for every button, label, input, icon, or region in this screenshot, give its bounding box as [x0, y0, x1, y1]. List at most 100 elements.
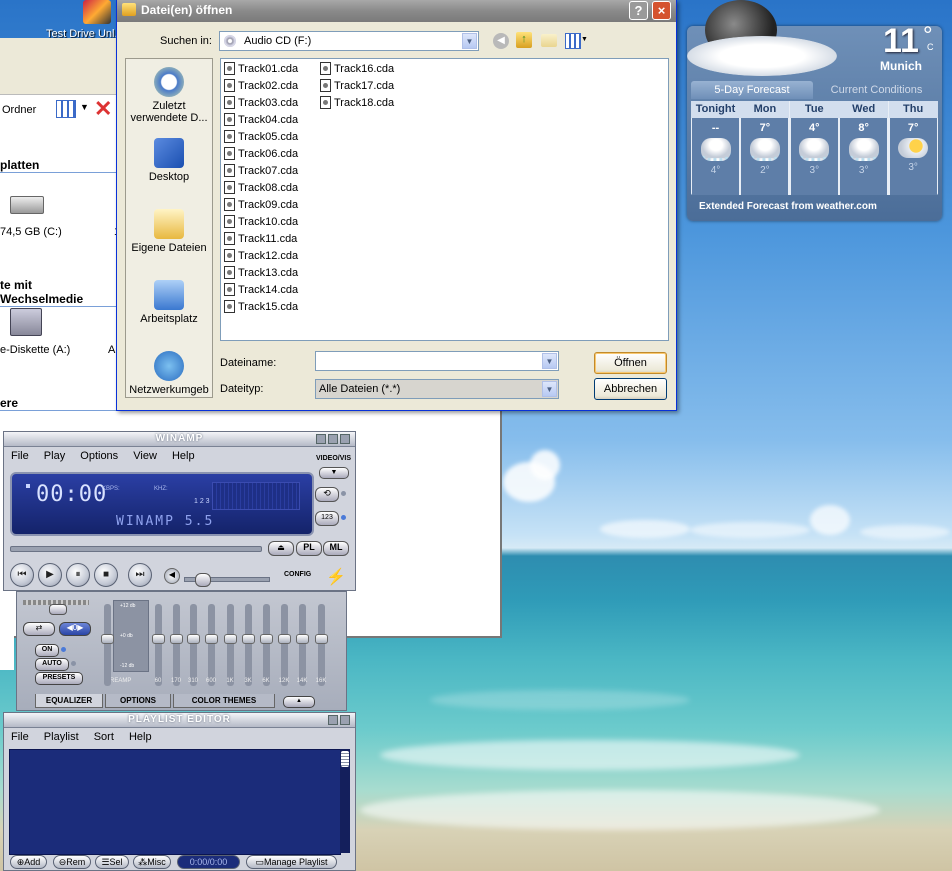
filename-dropdown-icon[interactable]: ▼: [542, 353, 557, 369]
floppy-drive-icon[interactable]: [10, 308, 42, 336]
file-item[interactable]: Track12.cda: [224, 248, 298, 265]
winamp-menu-options[interactable]: Options: [80, 450, 118, 462]
back-icon[interactable]: ◀: [493, 33, 509, 49]
eq-presets-button[interactable]: PRESETS: [35, 672, 83, 685]
eq-slider-knob[interactable]: [101, 634, 114, 644]
weather-footer-link[interactable]: Extended Forecast from weather.com: [699, 201, 877, 212]
eq-band-slider[interactable]: [242, 604, 255, 686]
file-item[interactable]: Track03.cda: [224, 95, 298, 112]
file-item[interactable]: Track09.cda: [224, 197, 298, 214]
eq-number-button[interactable]: ◀0▶: [59, 622, 91, 636]
file-list[interactable]: Track01.cda Track02.cda Track03.cda Track04…: [220, 58, 669, 341]
media-library-button[interactable]: ML: [323, 541, 349, 556]
dialog-titlebar[interactable]: Datei(en) öffnen ? ×: [117, 0, 676, 22]
delete-icon[interactable]: ✕: [94, 96, 112, 122]
eq-slider-knob[interactable]: [260, 634, 273, 644]
eq-auto-button[interactable]: AUTO: [35, 658, 69, 671]
volume-slider[interactable]: [184, 573, 270, 587]
playlist-scrollbar[interactable]: [340, 749, 350, 853]
repeat-button[interactable]: ⟲: [315, 487, 339, 502]
eq-band-slider[interactable]: [170, 604, 183, 686]
place-my-documents[interactable]: Eigene Dateien: [126, 209, 212, 254]
playlist-misc-button[interactable]: ⁂Misc: [133, 855, 171, 869]
up-folder-icon[interactable]: ↑: [516, 32, 532, 48]
file-item[interactable]: Track11.cda: [224, 231, 297, 248]
filetype-select[interactable]: Alle Dateien (*.*) ▼: [315, 379, 559, 399]
eq-band-slider[interactable]: [152, 604, 165, 686]
file-item[interactable]: Track07.cda: [224, 163, 298, 180]
eq-band-slider[interactable]: [260, 604, 273, 686]
file-item[interactable]: Track06.cda: [224, 146, 298, 163]
file-item[interactable]: Track13.cda: [224, 265, 298, 282]
drive-c-label[interactable]: 74,5 GB (C:): [0, 226, 62, 238]
tab-5-day-forecast[interactable]: 5-Day Forecast: [691, 81, 813, 99]
eq-slider-knob[interactable]: [224, 634, 237, 644]
playlist-scroll-thumb[interactable]: [341, 751, 349, 767]
filetype-dropdown-icon[interactable]: ▼: [542, 381, 557, 397]
eq-tab-options[interactable]: OPTIONS: [105, 694, 171, 708]
eq-preamp-slider[interactable]: [101, 604, 114, 686]
winamp-titlebar[interactable]: WINAMP: [4, 432, 355, 447]
playlist-menu-playlist[interactable]: Playlist: [44, 731, 79, 743]
dropdown-arrow-icon[interactable]: ▼: [80, 102, 89, 112]
eq-band-slider[interactable]: [315, 604, 328, 686]
file-item[interactable]: Track04.cda: [224, 112, 298, 129]
eq-tab-color-themes[interactable]: COLOR THEMES: [173, 694, 275, 708]
file-item[interactable]: Track16.cda: [320, 61, 394, 78]
playlist-titlebar[interactable]: PLAYLIST EDITOR: [4, 713, 355, 728]
file-item[interactable]: Track15.cda: [224, 299, 298, 316]
place-my-computer[interactable]: Arbeitsplatz: [126, 280, 212, 325]
file-item[interactable]: Track14.cda: [224, 282, 298, 299]
shuffle-button[interactable]: 123: [315, 511, 339, 526]
look-in-select[interactable]: Audio CD (F:) ▼: [219, 31, 479, 51]
eq-collapse-button[interactable]: ▲: [283, 696, 315, 708]
close-button[interactable]: ×: [652, 1, 671, 20]
place-desktop[interactable]: Desktop: [126, 138, 212, 183]
open-button[interactable]: Öffnen: [594, 352, 667, 374]
winamp-logo-icon[interactable]: ⚡: [326, 567, 346, 586]
cancel-button[interactable]: Abbrechen: [594, 378, 667, 400]
previous-button[interactable]: ⏮: [10, 563, 34, 587]
eq-shuffle-button[interactable]: ⇄: [23, 622, 55, 636]
eq-balance-knob[interactable]: [49, 604, 67, 615]
file-item[interactable]: Track10.cda: [224, 214, 298, 231]
file-item[interactable]: Track01.cda: [224, 61, 298, 78]
playlist-add-button[interactable]: ⊕Add: [10, 855, 47, 869]
winamp-menu-file[interactable]: File: [11, 450, 29, 462]
place-network[interactable]: Netzwerkumgeb: [126, 351, 212, 396]
eq-slider-knob[interactable]: [170, 634, 183, 644]
eq-slider-knob[interactable]: [152, 634, 165, 644]
file-item[interactable]: Track08.cda: [224, 180, 298, 197]
view-menu-icon[interactable]: [565, 33, 581, 49]
playlist-shade-icon[interactable]: [328, 715, 338, 725]
manage-playlist-button[interactable]: ▭Manage Playlist: [246, 855, 337, 869]
views-icon[interactable]: [56, 100, 76, 118]
floppy-label[interactable]: e-Diskette (A:): [0, 344, 70, 356]
view-menu-arrow-icon[interactable]: ▼: [581, 36, 588, 43]
eq-band-slider[interactable]: [278, 604, 291, 686]
eq-band-slider[interactable]: [296, 604, 309, 686]
filename-input[interactable]: ▼: [315, 351, 559, 371]
winamp-menu-view[interactable]: View: [133, 450, 157, 462]
playlist-remove-button[interactable]: ⊖Rem: [53, 855, 91, 869]
eq-slider-knob[interactable]: [296, 634, 309, 644]
file-item[interactable]: Track18.cda: [320, 95, 394, 112]
config-label[interactable]: CONFIG: [284, 571, 311, 578]
file-item[interactable]: Track05.cda: [224, 129, 298, 146]
file-item[interactable]: Track17.cda: [320, 78, 394, 95]
playlist-toggle-button[interactable]: PL: [296, 541, 322, 556]
playlist-select-button[interactable]: ☰Sel: [95, 855, 129, 869]
folders-button[interactable]: Ordner: [2, 104, 36, 116]
playlist-area[interactable]: [9, 749, 341, 855]
shade-icon[interactable]: [328, 434, 338, 444]
file-item[interactable]: Track02.cda: [224, 78, 298, 95]
playlist-menu-sort[interactable]: Sort: [94, 731, 114, 743]
hard-drive-icon[interactable]: [10, 196, 44, 214]
next-button[interactable]: ⏭: [128, 563, 152, 587]
seek-bar[interactable]: [10, 546, 262, 552]
help-button[interactable]: ?: [629, 1, 648, 20]
eq-slider-knob[interactable]: [315, 634, 328, 644]
minimize-icon[interactable]: [316, 434, 326, 444]
new-folder-icon[interactable]: [541, 34, 557, 47]
eq-slider-knob[interactable]: [205, 634, 218, 644]
